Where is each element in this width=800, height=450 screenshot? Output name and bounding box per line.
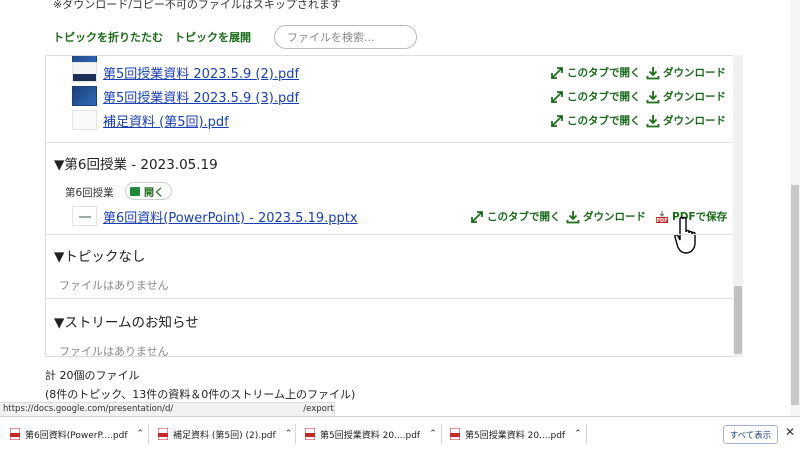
chevron-up-icon[interactable]: ⌃: [285, 429, 293, 439]
topic-title[interactable]: ▼ストリームのお知らせ: [54, 311, 199, 331]
divider: [441, 424, 442, 444]
pdf-file-icon: [10, 428, 20, 440]
downloads-bar: 第6回資料(PowerP....pdf ⌃ 補足資料 (第5回) (2).pdf…: [0, 416, 800, 450]
pdf-file-icon: [450, 428, 460, 440]
open-in-tab-label: このタブで開く: [567, 91, 641, 103]
topic-section-6: ▼第6回授業 - 2023.05.19 第6回授業 開く 第6回資料(Power…: [46, 142, 734, 234]
open-in-tab-button[interactable]: このタブで開く: [550, 89, 641, 104]
open-topic-label: 開く: [144, 187, 164, 199]
download-label: ダウンロード: [663, 91, 726, 103]
toolbar: トピックを折りたたむ トピックを展開: [53, 24, 417, 50]
download-file-name: 補足資料 (第5回) (2).pdf: [173, 430, 276, 441]
file-count-summary: 計 20個のファイル: [45, 369, 140, 382]
divider: [586, 424, 587, 444]
empty-message: ファイルはありません: [59, 279, 169, 292]
download-icon: [566, 210, 580, 223]
expand-arrows-icon: [551, 66, 563, 79]
file-link[interactable]: 補足資料 (第5回).pdf: [103, 111, 229, 130]
file-thumbnail: [72, 86, 97, 106]
download-file-name: 第5回授業資料 20....pdf: [320, 430, 421, 441]
pdf-file-icon: [158, 428, 168, 440]
download-item[interactable]: 第6回資料(PowerP....pdf ⌃: [10, 423, 144, 445]
open-in-tab-button[interactable]: このタブで開く: [470, 209, 561, 224]
download-item[interactable]: 第5回授業資料 20....pdf ⌃: [305, 423, 437, 445]
download-item[interactable]: 第5回授業資料 20....pdf ⌃: [450, 423, 582, 445]
open-topic-button[interactable]: 開く: [125, 182, 172, 200]
status-url-left: https://docs.google.com/presentation/d/: [3, 404, 174, 414]
download-label: ダウンロード: [663, 67, 726, 79]
chevron-up-icon[interactable]: ⌃: [574, 429, 582, 439]
file-link[interactable]: 第6回資料(PowerPoint) - 2023.5.19.pptx: [103, 207, 358, 226]
open-in-tab-button[interactable]: このタブで開く: [550, 113, 641, 128]
show-all-downloads-button[interactable]: すべて表示: [723, 425, 778, 444]
no-topic-section: ▼トピックなし ファイルはありません: [46, 234, 734, 298]
close-icon[interactable]: ✕: [785, 425, 795, 439]
file-thumbnail: [72, 206, 97, 226]
download-icon: [646, 114, 660, 127]
file-thumbnail: [72, 62, 97, 82]
download-button[interactable]: ダウンロード: [646, 89, 726, 104]
file-count-detail: (8件のトピック、13件の資料＆0件のストリーム上のファイル): [45, 388, 356, 401]
divider: [295, 424, 296, 444]
topic-title[interactable]: ▼トピックなし: [54, 245, 145, 265]
topic-sub-label: 第6回授業: [65, 187, 114, 199]
file-link[interactable]: 第5回授業資料 2023.5.9 (2).pdf: [103, 63, 299, 82]
download-icon: [646, 66, 660, 79]
download-item[interactable]: 補足資料 (第5回) (2).pdf ⌃: [158, 423, 292, 445]
open-in-tab-button[interactable]: このタブで開く: [550, 65, 641, 80]
collapse-topics-button[interactable]: トピックを折りたたむ: [53, 29, 163, 45]
empty-message: ファイルはありません: [59, 345, 169, 357]
download-button[interactable]: ダウンロード: [646, 113, 726, 128]
download-file-name: 第5回授業資料 20....pdf: [465, 430, 566, 441]
file-row: 補足資料 (第5回).pdf このタブで開く ダウンロード: [72, 108, 732, 132]
download-label: ダウンロード: [663, 115, 726, 127]
open-in-tab-label: このタブで開く: [567, 115, 641, 127]
download-button[interactable]: ダウンロード: [646, 65, 726, 80]
expand-arrows-icon: [551, 114, 563, 127]
expand-topics-button[interactable]: トピックを展開: [174, 29, 251, 45]
page-scrollbar-thumb[interactable]: [791, 185, 799, 405]
chevron-up-icon[interactable]: ⌃: [137, 429, 145, 439]
download-icon: [646, 90, 660, 103]
topic-title[interactable]: ▼第6回授業 - 2023.05.19: [54, 153, 218, 173]
file-row: 第5回授業資料 2023.5.9 (3).pdf このタブで開く ダウンロード: [72, 84, 732, 108]
download-label: ダウンロード: [583, 211, 646, 223]
divider: [148, 424, 149, 444]
download-file-name: 第6回資料(PowerP....pdf: [25, 430, 128, 441]
file-list-panel: 第5回授業資料 2023.5.9 (2).pdf このタブで開く ダウンロード …: [45, 55, 743, 357]
skip-note: ※ダウンロード/コピー不可のファイルはスキップされます: [53, 0, 341, 11]
file-row: 第5回授業資料 2023.5.9 (2).pdf このタブで開く ダウンロード: [72, 60, 732, 84]
chevron-up-icon[interactable]: ⌃: [429, 429, 437, 439]
file-row: 第6回資料(PowerPoint) - 2023.5.19.pptx このタブで…: [72, 204, 732, 228]
link-status-bar: https://docs.google.com/presentation/d/ /…: [0, 402, 335, 416]
svg-text:PDF: PDF: [656, 218, 667, 224]
stream-section: ▼ストリームのお知らせ ファイルはありません: [46, 298, 734, 357]
expand-arrows-icon: [471, 210, 483, 223]
pdf-file-icon: PDF: [656, 210, 668, 224]
status-url-right: /export?format=pdf: [303, 404, 334, 414]
file-thumbnail: [72, 110, 97, 130]
download-button[interactable]: ダウンロード: [566, 209, 646, 224]
classroom-icon: [130, 186, 140, 196]
expand-arrows-icon: [551, 90, 563, 103]
file-link[interactable]: 第5回授業資料 2023.5.9 (3).pdf: [103, 87, 299, 106]
pdf-file-icon: [305, 428, 315, 440]
file-search-input[interactable]: [274, 25, 417, 49]
open-in-tab-label: このタブで開く: [487, 211, 561, 223]
panel-scrollbar-thumb[interactable]: [734, 286, 742, 354]
open-in-tab-label: このタブで開く: [567, 67, 641, 79]
